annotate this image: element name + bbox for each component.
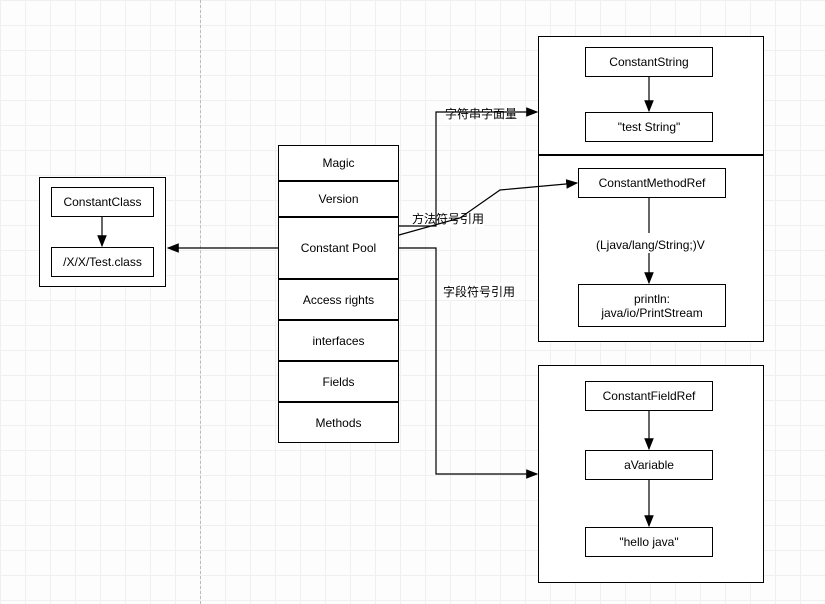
constant-class-label: ConstantClass [63, 195, 141, 209]
center-label-1: Version [318, 192, 358, 206]
center-interfaces: interfaces [278, 320, 399, 361]
test-class-label: /X/X/Test.class [63, 255, 142, 269]
println-box: println: java/io/PrintStream [578, 284, 726, 327]
avariable-label: aVariable [624, 458, 674, 472]
center-label-0: Magic [322, 156, 354, 170]
center-methods: Methods [278, 402, 399, 443]
avariable-box: aVariable [585, 450, 713, 480]
constant-methodref-label: ConstantMethodRef [599, 176, 706, 190]
constant-fieldref-box: ConstantFieldRef [585, 381, 713, 411]
center-constant-pool: Constant Pool [278, 217, 399, 279]
edge-label-method-ref: 方法符号引用 [412, 210, 484, 227]
hello-java-label: "hello java" [619, 535, 678, 549]
center-access-rights: Access rights [278, 279, 399, 320]
test-class-box: /X/X/Test.class [51, 247, 154, 277]
test-string-label: "test String" [618, 120, 681, 134]
center-label-5: Fields [322, 375, 354, 389]
edge-label-string-literal: 字符串字面量 [445, 105, 517, 122]
center-magic: Magic [278, 145, 399, 181]
test-string-box: "test String" [585, 112, 713, 142]
center-fields: Fields [278, 361, 399, 402]
center-label-2: Constant Pool [301, 241, 376, 255]
method-sig-label: (Ljava/lang/String;)V [596, 238, 705, 252]
constant-methodref-box: ConstantMethodRef [578, 168, 726, 198]
constant-string-label: ConstantString [609, 55, 688, 69]
hello-java-box: "hello java" [585, 527, 713, 557]
diagram-canvas: ConstantClass /X/X/Test.class Magic Vers… [0, 0, 825, 604]
center-label-4: interfaces [312, 334, 364, 348]
center-label-6: Methods [315, 416, 361, 430]
center-label-3: Access rights [303, 293, 374, 307]
constant-string-box: ConstantString [585, 47, 713, 77]
constant-fieldref-label: ConstantFieldRef [603, 389, 696, 403]
edge-label-field-ref: 字段符号引用 [443, 283, 515, 300]
constant-class-box: ConstantClass [51, 187, 154, 217]
println-label: println: java/io/PrintStream [601, 292, 702, 320]
center-version: Version [278, 181, 399, 217]
